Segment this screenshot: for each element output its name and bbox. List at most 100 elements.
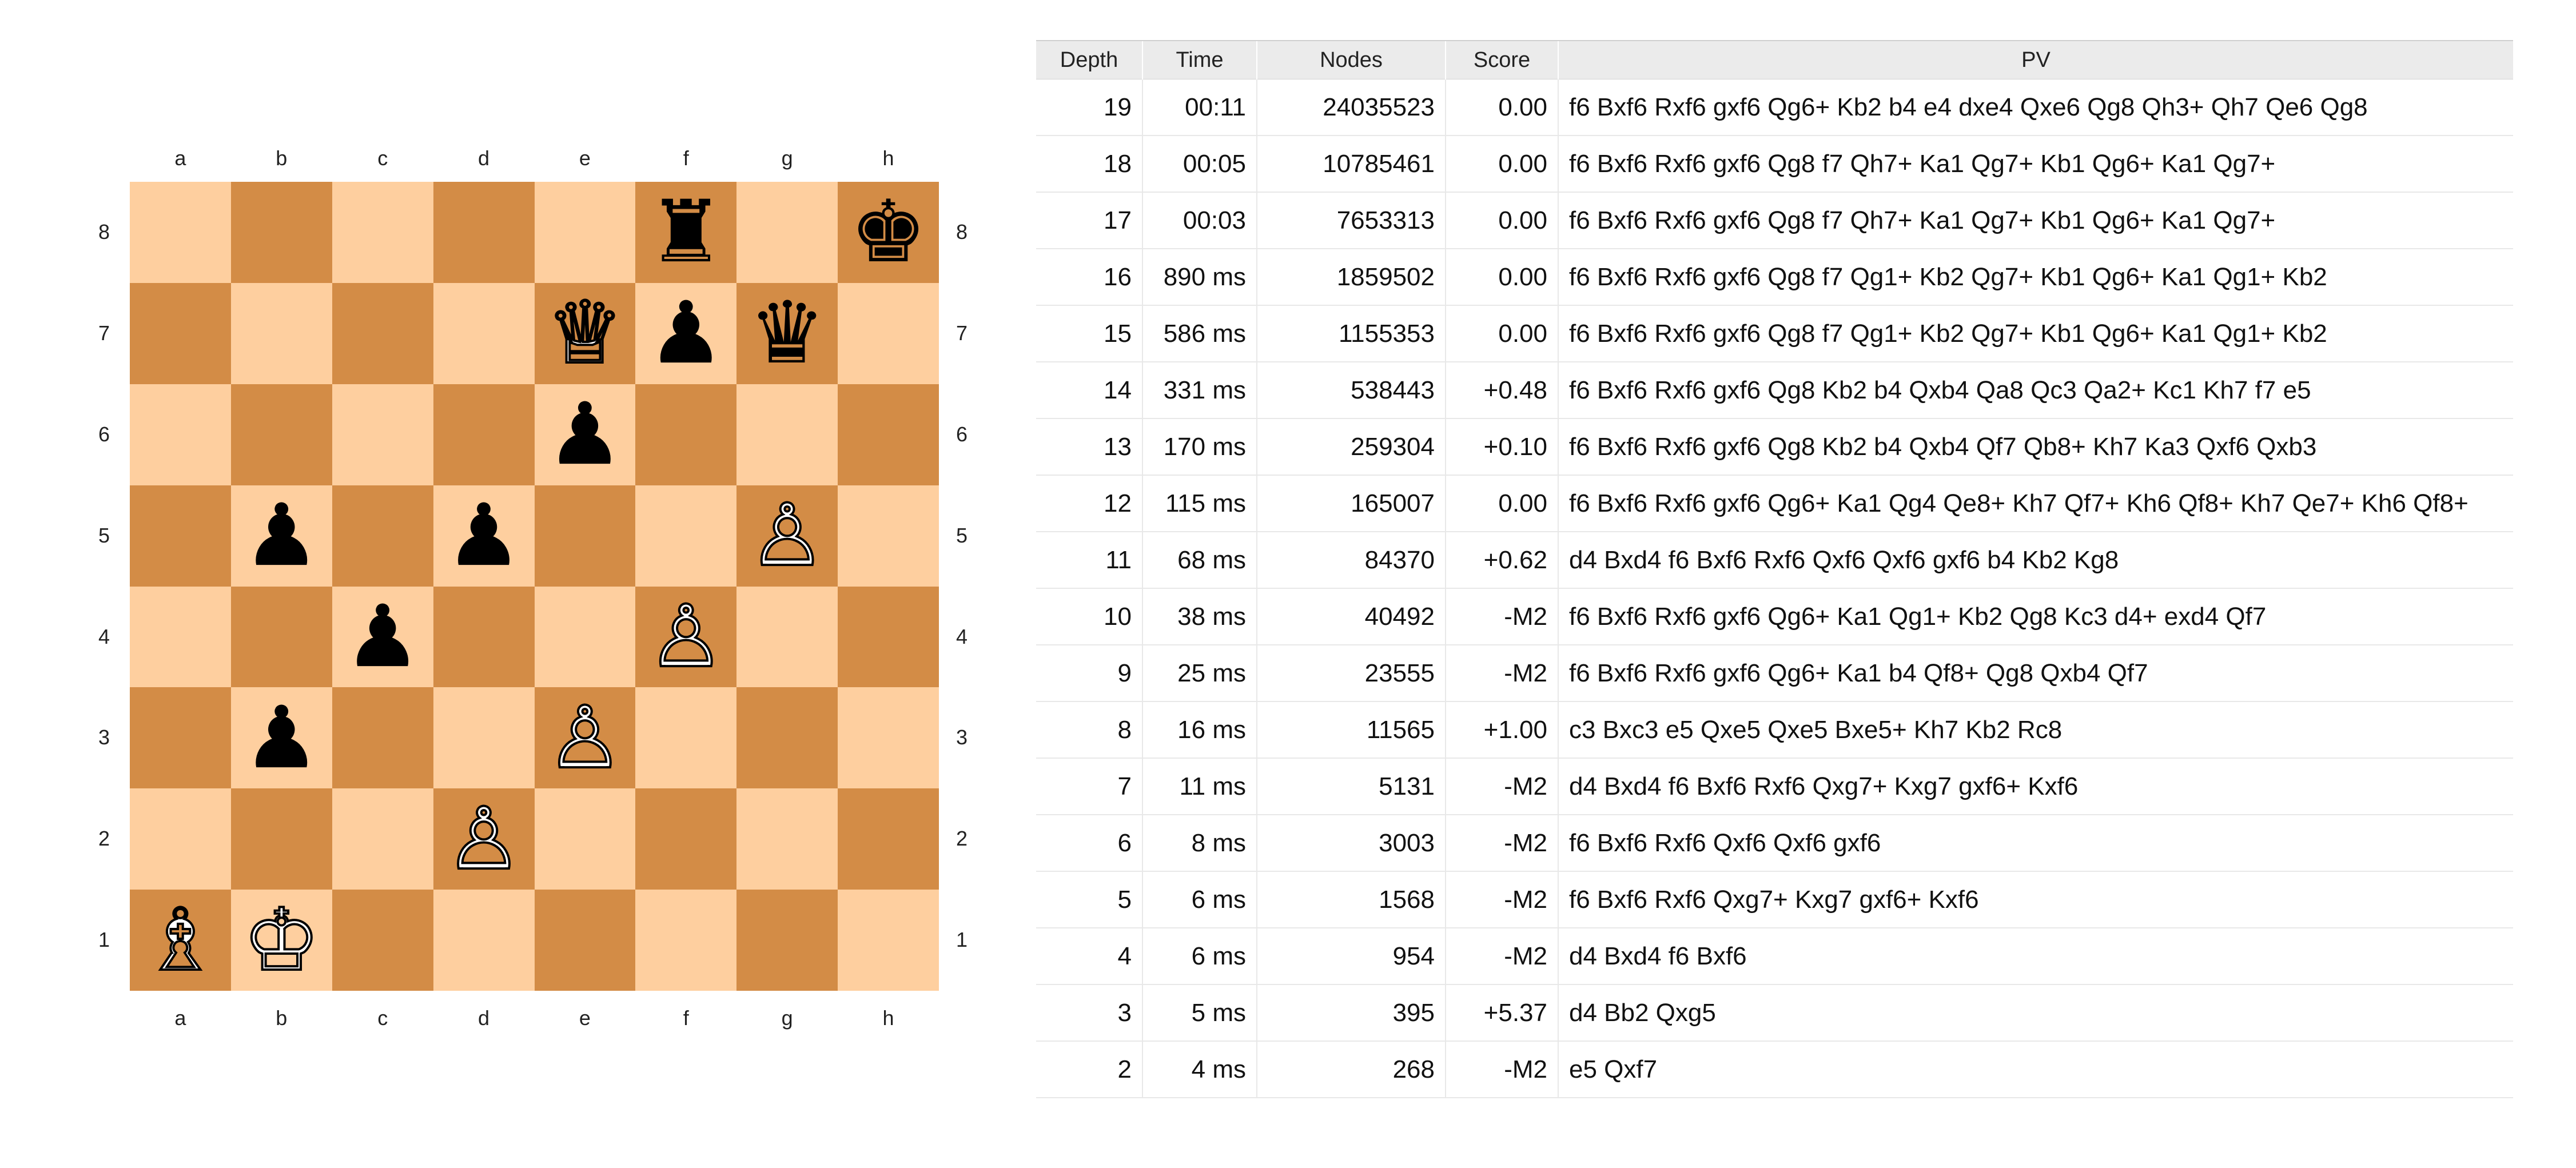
table-row[interactable]: 13 170 ms 259304 +0.10 f6 Bxf6 Rxf6 gxf6 Qg8… <box>1036 418 2513 476</box>
square-a4[interactable] <box>130 586 231 688</box>
column-header-pv[interactable]: PV <box>1558 40 2513 79</box>
square-g8[interactable] <box>736 182 838 283</box>
square-c8[interactable] <box>332 182 433 283</box>
column-header-nodes[interactable]: Nodes <box>1256 40 1446 79</box>
square-a8[interactable] <box>130 182 231 283</box>
square-h1[interactable] <box>838 890 939 991</box>
white-pawn-icon[interactable]: ♙ <box>546 694 624 782</box>
square-g5[interactable]: ♙ <box>736 485 838 587</box>
table-row[interactable]: 10 38 ms 40492 -M2 f6 Bxf6 Rxf6 gxf6 Qg6+ Ka… <box>1036 588 2513 645</box>
square-f1[interactable] <box>635 890 737 991</box>
square-b3[interactable]: ♟ <box>230 687 332 789</box>
square-g3[interactable] <box>736 687 838 789</box>
table-row[interactable]: 56 ms 1568 -M2 f6 Bxf6 Rxf6 Qxg7+ Kxg7 gxf6… <box>1036 871 2513 928</box>
square-g4[interactable] <box>736 586 838 688</box>
square-h7[interactable] <box>838 282 939 384</box>
white-pawn-icon[interactable]: ♙ <box>444 795 523 883</box>
black-rook-icon[interactable]: ♜ <box>648 189 724 275</box>
square-g6[interactable] <box>736 384 838 485</box>
square-h5[interactable] <box>838 485 939 587</box>
black-pawn-icon[interactable]: ♟ <box>344 594 421 680</box>
table-row[interactable]: 7 11 ms 5131 -M2 d4 Bxd4 f6 Bxf6 Rxf6 Qxg7+ … <box>1036 758 2513 815</box>
white-king-icon[interactable]: ♔ <box>242 896 321 984</box>
square-e3[interactable]: ♙ <box>534 687 636 789</box>
square-h2[interactable] <box>838 788 939 890</box>
square-h8[interactable]: ♚ <box>838 182 939 283</box>
square-e1[interactable] <box>534 890 636 991</box>
column-header-time[interactable]: Time <box>1142 40 1257 79</box>
square-a2[interactable] <box>130 788 231 890</box>
table-row[interactable]: 14 331 ms 538443 +0.48 f6 Bxf6 Rxf6 gxf6 Qg8… <box>1036 362 2513 419</box>
white-queen-icon[interactable]: ♕ <box>546 289 624 377</box>
table-row[interactable]: 19 00:11 24035523 0.00 f6 Bxf6 Rxf6 gxf6 Qg6… <box>1036 79 2513 136</box>
black-king-icon[interactable]: ♚ <box>850 189 926 275</box>
black-pawn-icon[interactable]: ♟ <box>648 290 724 376</box>
square-c3[interactable] <box>332 687 433 789</box>
square-g1[interactable] <box>736 890 838 991</box>
square-h4[interactable] <box>838 586 939 688</box>
square-h6[interactable] <box>838 384 939 485</box>
square-e6[interactable]: ♟ <box>534 384 636 485</box>
table-row[interactable]: 46 ms 954 -M2 d4 Bxd4 f6 Bxf6 <box>1036 928 2513 985</box>
square-g7[interactable]: ♛ <box>736 282 838 384</box>
chessboard[interactable]: ♜ ♚ ♕ ♟ ♛ ♟ ♟ ♟ ♙ ♟ ♙ ♟ ♙ ♙ ♗ ♔ <box>130 182 939 991</box>
square-e4[interactable] <box>534 586 636 688</box>
square-f4[interactable]: ♙ <box>635 586 737 688</box>
square-e8[interactable] <box>534 182 636 283</box>
table-row[interactable]: 9 25 ms 23555 -M2 f6 Bxf6 Rxf6 gxf6 Qg6+ Ka1… <box>1036 645 2513 702</box>
table-row[interactable]: 35 ms 395 +5.37 d4 Bb2 Qxg5 <box>1036 984 2513 1042</box>
square-d7[interactable] <box>433 282 535 384</box>
square-c4[interactable]: ♟ <box>332 586 433 688</box>
square-d5[interactable]: ♟ <box>433 485 535 587</box>
square-c5[interactable] <box>332 485 433 587</box>
square-d4[interactable] <box>433 586 535 688</box>
square-b7[interactable] <box>230 282 332 384</box>
square-e2[interactable] <box>534 788 636 890</box>
square-a3[interactable] <box>130 687 231 789</box>
square-c7[interactable] <box>332 282 433 384</box>
square-d1[interactable] <box>433 890 535 991</box>
square-d6[interactable] <box>433 384 535 485</box>
white-pawn-icon[interactable]: ♙ <box>647 593 726 681</box>
table-row[interactable]: 18 00:05 10785461 0.00 f6 Bxf6 Rxf6 gxf6 Qg8… <box>1036 135 2513 193</box>
square-c1[interactable] <box>332 890 433 991</box>
square-e5[interactable] <box>534 485 636 587</box>
square-c6[interactable] <box>332 384 433 485</box>
table-row[interactable]: 11 68 ms 84370 +0.62 d4 Bxd4 f6 Bxf6 Rxf6 Qx… <box>1036 532 2513 589</box>
square-a5[interactable] <box>130 485 231 587</box>
square-g2[interactable] <box>736 788 838 890</box>
black-pawn-icon[interactable]: ♟ <box>547 392 623 477</box>
square-b6[interactable] <box>230 384 332 485</box>
square-e7[interactable]: ♕ <box>534 282 636 384</box>
square-d8[interactable] <box>433 182 535 283</box>
square-f8[interactable]: ♜ <box>635 182 737 283</box>
table-row[interactable]: 15 586 ms 1155353 0.00 f6 Bxf6 Rxf6 gxf6 Qg8… <box>1036 305 2513 362</box>
square-d2[interactable]: ♙ <box>433 788 535 890</box>
square-a6[interactable] <box>130 384 231 485</box>
square-d3[interactable] <box>433 687 535 789</box>
black-queen-icon[interactable]: ♛ <box>748 290 825 376</box>
column-header-depth[interactable]: Depth <box>1036 40 1142 79</box>
square-f7[interactable]: ♟ <box>635 282 737 384</box>
black-pawn-icon[interactable]: ♟ <box>243 493 320 579</box>
black-pawn-icon[interactable]: ♟ <box>243 695 320 781</box>
square-c2[interactable] <box>332 788 433 890</box>
square-a1[interactable]: ♗ <box>130 890 231 991</box>
table-row[interactable]: 16 890 ms 1859502 0.00 f6 Bxf6 Rxf6 gxf6 Qg8… <box>1036 249 2513 306</box>
white-pawn-icon[interactable]: ♙ <box>747 492 826 580</box>
square-f5[interactable] <box>635 485 737 587</box>
table-row[interactable]: 17 00:03 7653313 0.00 f6 Bxf6 Rxf6 gxf6 Qg8 … <box>1036 192 2513 249</box>
table-row[interactable]: 12 115 ms 165007 0.00 f6 Bxf6 Rxf6 gxf6 Qg6+… <box>1036 475 2513 532</box>
square-a7[interactable] <box>130 282 231 384</box>
square-h3[interactable] <box>838 687 939 789</box>
black-pawn-icon[interactable]: ♟ <box>445 493 522 579</box>
column-header-score[interactable]: Score <box>1445 40 1558 79</box>
square-b4[interactable] <box>230 586 332 688</box>
square-b1[interactable]: ♔ <box>230 890 332 991</box>
square-b8[interactable] <box>230 182 332 283</box>
square-b2[interactable] <box>230 788 332 890</box>
table-row[interactable]: 68 ms 3003 -M2 f6 Bxf6 Rxf6 Qxf6 Qxf6 gxf6 <box>1036 815 2513 872</box>
table-row[interactable]: 24 ms 268 -M2 e5 Qxf7 <box>1036 1041 2513 1098</box>
square-f2[interactable] <box>635 788 737 890</box>
square-f3[interactable] <box>635 687 737 789</box>
